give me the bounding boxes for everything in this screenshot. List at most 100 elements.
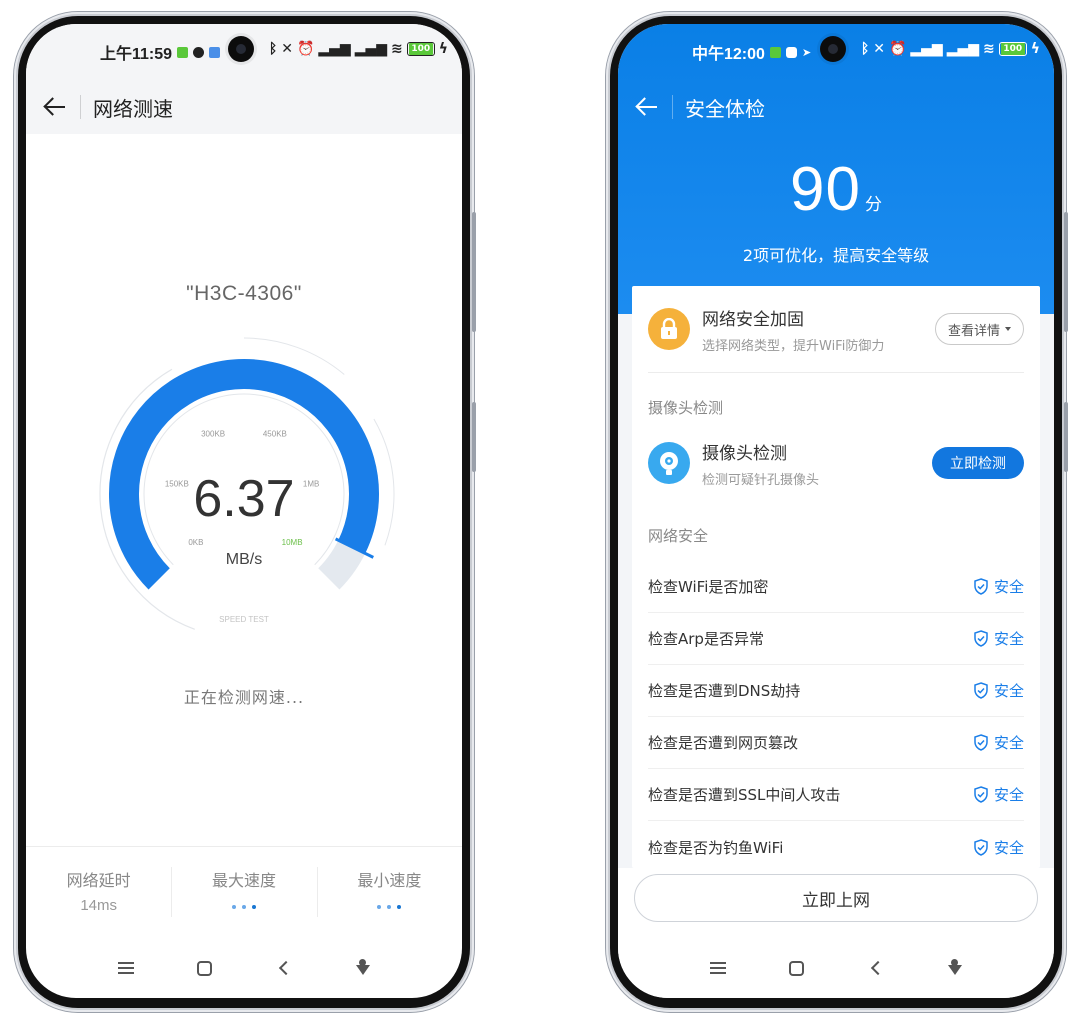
security-check-row: 检查是否遭到SSL中间人攻击 安全 [648,769,1024,821]
home-button[interactable] [777,953,817,983]
security-check-row: 检查Arp是否异常 安全 [648,613,1024,665]
camera-text: 摄像头检测 检测可疑针孔摄像头 [702,439,932,488]
back-button[interactable] [264,953,304,983]
bluetooth-icon: ᛒ [860,41,870,57]
check-label: 检查是否遭到SSL中间人攻击 [648,786,841,804]
signal-icon: ▂▄▆ [354,41,388,57]
hardening-row: 网络安全加固 选择网络类型，提升WiFi防御力 查看详情 [632,286,1040,372]
gauge-caption: SPEED TEST [219,615,269,624]
back-arrow-icon[interactable] [634,94,660,120]
wifi-icon: ≋ [391,41,403,57]
menu-button[interactable] [106,953,146,983]
location-icon: ➤ [801,45,812,59]
camera-icon [648,442,690,484]
home-icon [789,960,804,976]
mute-icon: ✕ [873,41,885,57]
app-header: 网络测速 [26,80,462,134]
home-button[interactable] [185,953,225,983]
mute-icon: ✕ [281,41,293,57]
go-online-button[interactable]: 立即上网 [634,874,1038,922]
stat-max-speed: 最大速度 [171,847,316,932]
score-unit: 分 [864,195,882,215]
stat-min-speed: 最小速度 [316,847,462,932]
assistant-icon [947,959,963,977]
battery-level: 100 [1000,43,1025,55]
shield-check-icon [974,682,988,699]
status-time: 中午12:00 [692,46,765,63]
assistant-icon [355,959,371,977]
hardening-title: 网络安全加固 [702,309,804,330]
caret-down-icon [1005,327,1011,331]
hardening-text: 网络安全加固 选择网络类型，提升WiFi防御力 [702,305,935,354]
gauge-tick-label: 150KB [165,479,189,488]
app-header: 安全体检 [618,80,1054,134]
phone-right: 中午12:00 ➤ ᛒ ✕ ⏰ ▂▄▆ ▂▄▆ ≋ 100 ϟ 安全体检 90 … [606,12,1068,1012]
stat-label: 最小速度 [357,871,422,890]
assistant-button[interactable] [343,953,383,983]
alarm-icon: ⏰ [296,41,315,57]
assistant-button[interactable] [935,953,975,983]
record-icon [785,46,797,58]
front-camera [228,36,254,62]
security-check-screen: 中午12:00 ➤ ᛒ ✕ ⏰ ▂▄▆ ▂▄▆ ≋ 100 ϟ 安全体检 90 … [618,24,1054,998]
check-status-label: 安全 [993,786,1024,804]
camera-section-label: 摄像头检测 [648,399,724,417]
menu-button[interactable] [698,953,738,983]
check-status-label: 安全 [993,578,1024,596]
app-notification-icon [177,46,189,58]
network-section-label: 网络安全 [648,527,709,545]
menu-icon [709,962,726,974]
phone-left: 上午11:59 ᛒ ✕ ⏰ ▂▄▆ ▂▄▆ ≋ 100 ϟ 网络测速 "H3C-… [14,12,476,1012]
camera-title: 摄像头检测 [702,443,787,464]
security-check-list: 检查WiFi是否加密 安全 检查Arp是否异常 安全 检查是否遭到DNS劫持 安全 检查是否… [632,561,1040,868]
stat-label: 网络延时 [66,871,131,890]
speed-value: 6.37 [193,470,294,528]
view-details-button[interactable]: 查看详情 [934,313,1024,345]
gauge-tick-label: 450KB [263,429,287,438]
bluetooth-icon: ᛒ [268,41,278,57]
check-status: 安全 [973,680,1024,701]
back-nav-icon [870,960,885,976]
stat-value: 14ms [80,897,117,914]
camera-row: 摄像头检测 检测可疑针孔摄像头 立即检测 [632,431,1040,495]
check-status-label: 安全 [993,734,1024,752]
status-bar: 中午12:00 ➤ ᛒ ✕ ⏰ ▂▄▆ ▂▄▆ ≋ 100 ϟ [618,24,1054,80]
check-status-label: 安全 [993,682,1024,700]
signal-icon: ▂▄▆ [910,41,943,57]
gauge-tick-label: 10MB [282,538,303,547]
system-icons: ᛒ ✕ ⏰ ▂▄▆ ▂▄▆ ≋ 100 ϟ [269,41,448,57]
signal-icon: ▂▄▆ [318,41,351,57]
battery-icon: 100 [998,42,1027,56]
hardening-subtitle: 选择网络类型，提升WiFi防御力 [702,338,885,354]
status-time: 上午11:59 [100,46,173,63]
score-subtitle: 2项可优化，提高安全等级 [742,246,930,265]
back-arrow-icon[interactable] [42,94,68,120]
check-status: 安全 [973,732,1024,753]
volume-button [1064,212,1068,332]
charging-icon: ϟ [1030,41,1040,57]
status-bar: 上午11:59 ᛒ ✕ ⏰ ▂▄▆ ▂▄▆ ≋ 100 ϟ [26,24,462,80]
page-title: 安全体检 [685,96,765,121]
speed-stats: 网络延时 14ms 最大速度 最小速度 [26,846,462,932]
loading-dots [377,905,402,909]
header-divider [80,95,81,119]
check-label: 检查是否遭到DNS劫持 [648,682,801,700]
speed-gauge: 0KB 150KB 300KB 450KB 1MB 10MB 6.37 MB/s SPEE… [99,337,395,630]
check-status: 安全 [973,576,1024,597]
lock-icon [648,308,690,350]
check-status-label: 安全 [993,838,1024,857]
wifi-icon: ≋ [983,41,995,57]
volume-button [472,212,476,332]
alarm-icon: ⏰ [888,41,907,57]
security-check-row: 检查WiFi是否加密 安全 [648,561,1024,613]
detect-now-button[interactable]: 立即检测 [932,447,1024,479]
stat-latency: 网络延时 14ms [26,847,171,932]
record-icon [193,46,205,58]
check-label: 检查是否遭到网页篡改 [648,734,799,752]
shield-check-icon [974,786,988,803]
check-status: 安全 [973,628,1024,649]
shield-check-icon [974,578,988,595]
network-ssid: "H3C-4306" [186,282,302,305]
security-score: 90 分 [618,154,1054,225]
back-button[interactable] [856,953,896,983]
